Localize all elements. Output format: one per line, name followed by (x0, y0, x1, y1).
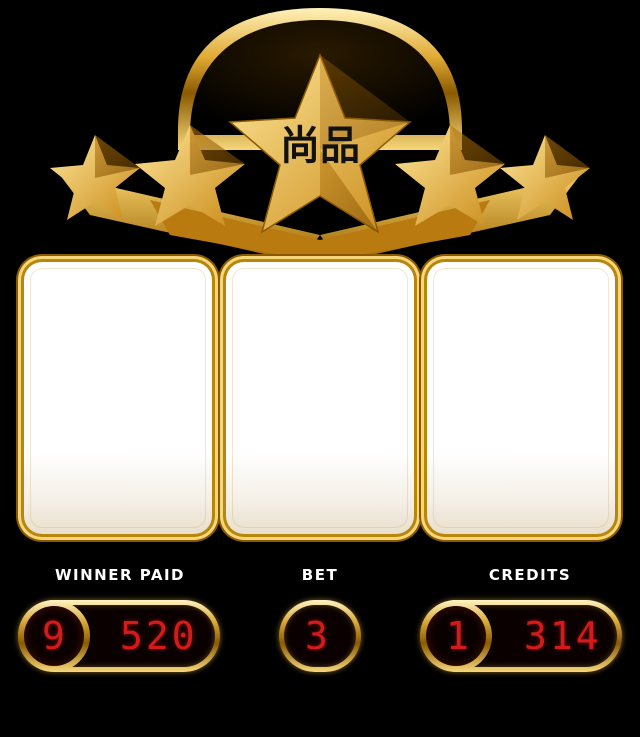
machine-logo: 尚品 (280, 123, 360, 169)
credits-value: 314 (524, 614, 602, 658)
winner-paid-display: 9 520 (18, 600, 220, 672)
winner-paid-lead-digit: 9 (42, 614, 68, 658)
reel-1[interactable] (24, 262, 212, 534)
reel-2[interactable] (226, 262, 414, 534)
credits-label: CREDITS (488, 566, 572, 584)
bet-value: 3 (305, 614, 331, 658)
slot-machine: 尚品 WINNER PAID BET CREDITS 9 520 3 1 314 (0, 0, 640, 737)
bet-display: 3 (279, 600, 361, 672)
reel-3[interactable] (427, 262, 615, 534)
credits-lead-digit: 1 (446, 614, 472, 658)
winner-paid-value: 520 (120, 614, 198, 658)
bet-label: BET (301, 566, 339, 584)
winner-paid-label: WINNER PAID (54, 566, 185, 584)
credits-display: 1 314 (420, 600, 622, 672)
